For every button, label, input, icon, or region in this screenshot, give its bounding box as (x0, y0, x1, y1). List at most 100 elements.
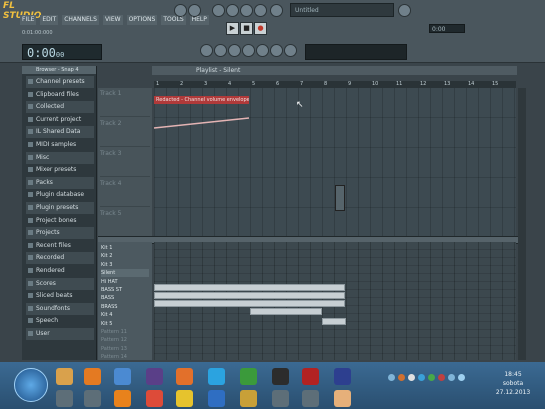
pattern-icon[interactable] (214, 44, 227, 57)
utorrent-icon[interactable] (240, 368, 257, 385)
explorer-icon[interactable] (56, 368, 73, 385)
play-button[interactable]: ▶ (226, 22, 239, 35)
menu-view[interactable]: VIEW (102, 15, 123, 25)
browser-item[interactable]: Scores (26, 277, 94, 290)
fl-studio-icon[interactable] (240, 390, 257, 407)
track-label[interactable]: Track 1 (100, 88, 150, 117)
tool-icon-2[interactable] (226, 4, 239, 17)
browser-item[interactable]: Current project (26, 114, 94, 126)
app-icon[interactable] (84, 390, 101, 407)
photoshop-icon[interactable] (334, 368, 351, 385)
master-pitch-knob[interactable] (188, 4, 201, 17)
pattern-label[interactable]: Kit 3 (101, 261, 149, 269)
app-icon[interactable] (208, 390, 225, 407)
tray-icon[interactable] (438, 374, 445, 381)
menu-options[interactable]: OPTIONS (126, 15, 158, 25)
tray-icon[interactable] (408, 374, 415, 381)
tool-icon-1[interactable] (212, 4, 225, 17)
app-icon[interactable] (334, 390, 351, 407)
record-button[interactable]: ● (254, 22, 267, 35)
app-icon[interactable] (302, 368, 319, 385)
note-block[interactable] (154, 300, 345, 307)
tray-icon[interactable] (398, 374, 405, 381)
track-label[interactable]: Track 3 (100, 148, 150, 177)
pattern-label[interactable]: Kit 1 (101, 244, 149, 252)
pattern-label[interactable]: Kit 2 (101, 252, 149, 260)
pattern-label[interactable]: Kit 5 (101, 320, 149, 328)
channel-icon[interactable] (270, 44, 283, 57)
app-icon[interactable] (56, 390, 73, 407)
pattern-label[interactable]: BASS (101, 294, 149, 302)
tool-icon-5[interactable] (270, 4, 283, 17)
pattern-label[interactable]: Kit 4 (101, 311, 149, 319)
browser-item[interactable]: Speech (26, 315, 94, 327)
pattern-label[interactable]: Pattern 11 (101, 328, 149, 336)
menu-edit[interactable]: EDIT (40, 15, 59, 25)
chrome-icon[interactable] (146, 390, 163, 407)
firefox-icon[interactable] (176, 368, 193, 385)
app-icon[interactable] (272, 390, 289, 407)
piano-icon[interactable] (228, 44, 241, 57)
app-icon[interactable] (114, 368, 131, 385)
browser-item[interactable]: Recent files (26, 240, 94, 252)
pattern-label[interactable]: BRASS (101, 303, 149, 311)
note-block[interactable] (250, 308, 322, 315)
skype-icon[interactable] (208, 368, 225, 385)
browser-item[interactable]: User (26, 328, 94, 340)
master-volume-knob[interactable] (174, 4, 187, 17)
app-icon[interactable] (302, 390, 319, 407)
note-block[interactable] (322, 318, 346, 325)
tray-icon[interactable] (388, 374, 395, 381)
browser-item[interactable]: Plugin database (26, 189, 94, 201)
browser-item[interactable]: Sliced beats (26, 290, 94, 302)
browser-item[interactable]: Misc (26, 151, 94, 164)
tray-icon[interactable] (458, 374, 465, 381)
mixer-icon[interactable] (200, 44, 213, 57)
media-player-icon[interactable] (84, 368, 101, 385)
app-icon[interactable] (272, 368, 289, 385)
tempo-box[interactable]: 0:00 (429, 24, 465, 33)
browser-item[interactable]: Channel presets (26, 76, 94, 88)
browser-item[interactable]: IL Shared Data (26, 126, 94, 139)
pattern-label[interactable]: Pattern 12 (101, 336, 149, 344)
pattern-label[interactable]: BASS ST (101, 286, 149, 294)
automation-clip[interactable]: Redacted - Channel volume envelope (154, 96, 249, 104)
browser-item[interactable]: Projects (26, 227, 94, 240)
browser-item[interactable]: Collected (26, 101, 94, 114)
app-icon[interactable] (176, 390, 193, 407)
browser-item[interactable]: Recorded (26, 252, 94, 265)
pattern-label[interactable]: Pattern 13 (101, 345, 149, 353)
browser-item[interactable]: Soundfonts (26, 302, 94, 315)
note-block[interactable] (154, 284, 345, 291)
menu-file[interactable]: FILE (20, 15, 37, 25)
stop-button[interactable]: ■ (240, 22, 253, 35)
track-label[interactable]: Track 4 (100, 178, 150, 207)
vertical-scrollbar[interactable] (518, 88, 526, 360)
pattern-label[interactable]: Silent (101, 269, 149, 278)
browser-item[interactable]: Plugin presets (26, 202, 94, 214)
tray-icon[interactable] (418, 374, 425, 381)
tray-icon[interactable] (428, 374, 435, 381)
playlist-grid[interactable] (154, 88, 516, 236)
pattern-label[interactable]: Pattern 14 (101, 353, 149, 361)
browser-item[interactable]: Rendered (26, 265, 94, 277)
browser-item[interactable]: Project bones (26, 215, 94, 227)
start-button[interactable] (14, 368, 48, 402)
plugin-icon[interactable] (284, 44, 297, 57)
song-name-box[interactable]: Untitled (290, 3, 394, 17)
app-icon[interactable] (146, 368, 163, 385)
browser-item[interactable]: Mixer presets (26, 164, 94, 176)
vlc-icon[interactable] (114, 390, 131, 407)
tool-icon-4[interactable] (254, 4, 267, 17)
browser-item[interactable]: Packs (26, 176, 94, 189)
taskbar-clock[interactable]: 18:45 sobota 27.12.2013 (486, 370, 540, 406)
track-label[interactable]: Track 5 (100, 208, 150, 237)
track-label[interactable]: Track 2 (100, 118, 150, 147)
browser-item[interactable]: MIDI samples (26, 139, 94, 151)
tool-icon-6[interactable] (398, 4, 411, 17)
pattern-grid[interactable] (154, 242, 516, 360)
tool-icon-3[interactable] (240, 4, 253, 17)
note-block[interactable] (154, 292, 345, 299)
playlist-icon[interactable] (256, 44, 269, 57)
menu-channels[interactable]: CHANNELS (62, 15, 99, 25)
